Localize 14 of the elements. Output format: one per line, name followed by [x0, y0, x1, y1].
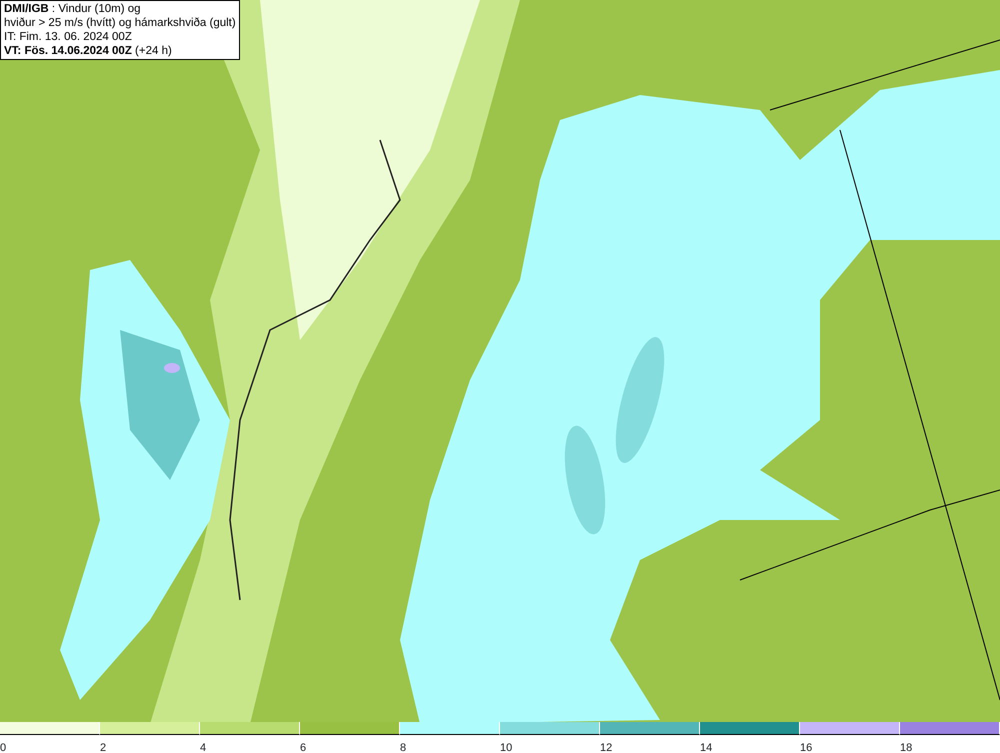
legend-tick-label: 0: [0, 742, 6, 753]
legend-tick-label: 10: [500, 742, 512, 753]
legend-tick-label: 4: [200, 742, 206, 753]
legend-tick-label: 14: [700, 742, 712, 753]
legend-tick-label: 8: [400, 742, 406, 753]
title-line: IT: Fim. 13. 06. 2024 00Z: [4, 30, 133, 44]
legend-tick-label: 16: [800, 742, 812, 753]
legend-tick-label: 18: [900, 742, 912, 753]
legend-tick-label: 12: [600, 742, 612, 753]
title-line: VT: Fös. 14.06.2024 00Z (+24 h): [4, 44, 173, 58]
legend-tick-label: 2: [100, 742, 106, 753]
legend-tick-label: 6: [300, 742, 306, 753]
title-line: DMI/IGB : Vindur (10m) og: [4, 2, 142, 16]
title-line: hviður > 25 m/s (hvítt) og hámarkshviða (gult): [4, 16, 236, 30]
